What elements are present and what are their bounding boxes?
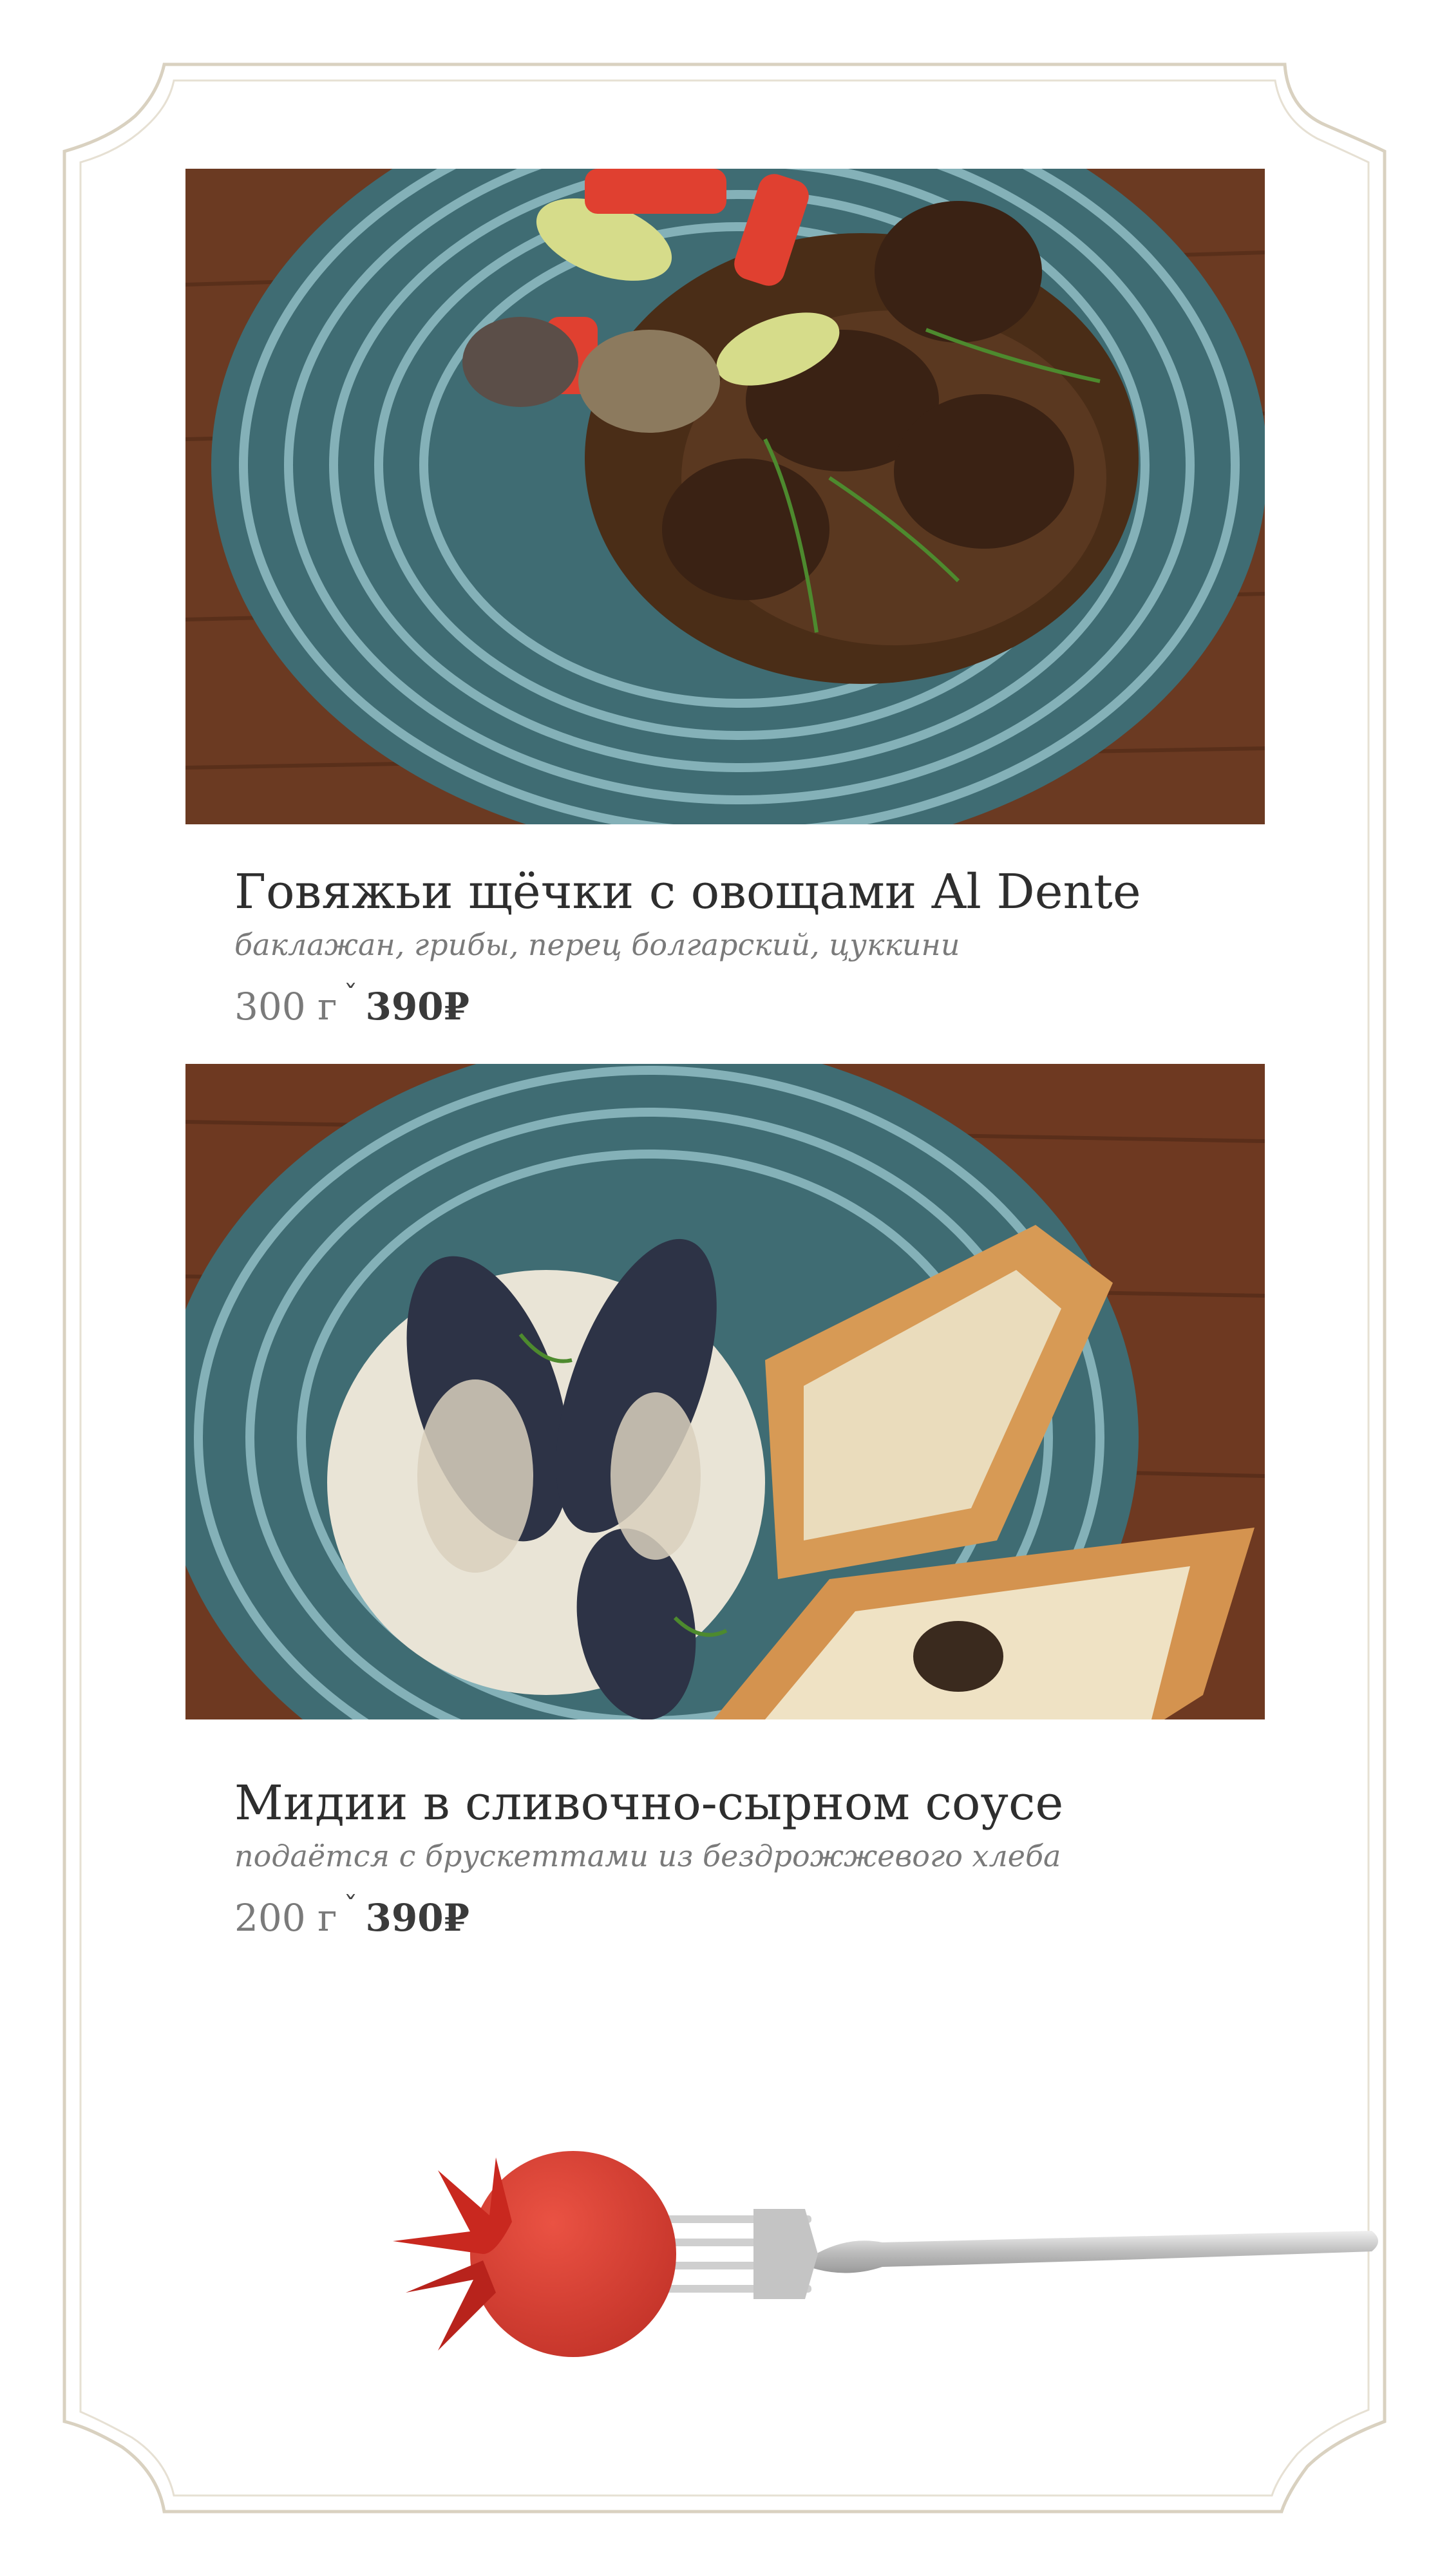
dish-meta: 300 г ˇ 390₽ [234, 971, 1329, 1032]
dish-weight: 300 г [234, 985, 337, 1028]
dish-meta: 200 г ˇ 390₽ [234, 1882, 1329, 1944]
dish-photo-mussels [185, 1064, 1265, 1719]
dish-price: 390₽ [365, 1896, 469, 1940]
dish-title: Говяжьи щёчки с овощами Al Dente [234, 864, 1141, 920]
dish-description: подаётся с брускеттами из бездрожжевого … [234, 1839, 1061, 1873]
dish-description: баклажан, грибы, перец болгарский, цукки… [234, 927, 960, 962]
dish-weight: 200 г [234, 1896, 337, 1940]
menu-item-mussels: Мидии в сливочно-сырном соусе подаётся с… [234, 1771, 1329, 1944]
dish-title: Мидии в сливочно-сырном соусе [234, 1776, 1064, 1831]
dish-price: 390₽ [365, 985, 469, 1028]
dish-photo-beef-cheeks [185, 169, 1265, 824]
tomato-on-fork-illustration [393, 2151, 1378, 2357]
separator-mark: ˇ [343, 1891, 358, 1924]
separator-mark: ˇ [343, 980, 358, 1012]
menu-item-beef-cheeks: Говяжьи щёчки с овощами Al Dente баклажа… [234, 860, 1329, 1032]
